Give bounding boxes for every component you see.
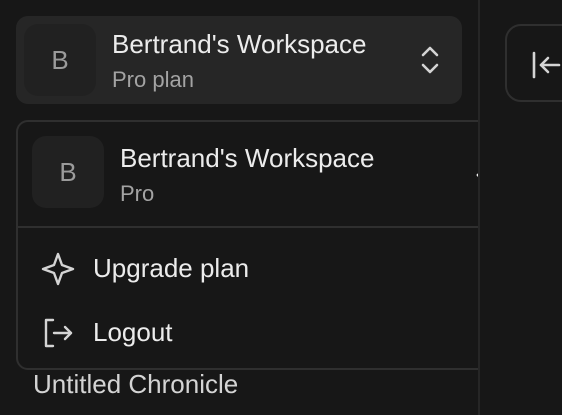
logout-icon bbox=[44, 318, 73, 348]
sidebar: B Bertrand's Workspace Pro plan B Bertra… bbox=[0, 0, 527, 415]
app-window: B Bertrand's Workspace Pro plan B Bertra… bbox=[0, 0, 562, 415]
workspace-avatar-initial: B bbox=[51, 44, 69, 75]
menu-workspace-avatar-initial: B bbox=[59, 156, 77, 187]
sidebar-item-untitled-chronicle[interactable]: Untitled Chronicle bbox=[33, 368, 238, 400]
workspace-plan: Pro plan bbox=[112, 67, 194, 92]
logout-label: Logout bbox=[93, 317, 173, 347]
logout-menu-item[interactable]: Logout bbox=[18, 302, 525, 362]
workspace-name: Bertrand's Workspace bbox=[112, 29, 367, 59]
collapse-sidebar-icon bbox=[532, 51, 561, 79]
workspace-switcher-button[interactable]: B Bertrand's Workspace Pro plan bbox=[16, 16, 462, 104]
menu-divider bbox=[18, 226, 525, 228]
workspace-dropdown-menu: B Bertrand's Workspace Pro Upgrade plan bbox=[16, 120, 527, 370]
menu-workspace-name: Bertrand's Workspace bbox=[120, 143, 375, 173]
menu-workspace-avatar: B bbox=[32, 136, 104, 208]
chevron-up-down-icon bbox=[421, 46, 439, 74]
menu-workspace-plan: Pro bbox=[120, 181, 155, 206]
workspace-avatar: B bbox=[24, 24, 96, 96]
sparkle-icon bbox=[41, 252, 75, 286]
upgrade-plan-label: Upgrade plan bbox=[93, 253, 250, 283]
collapse-sidebar-button[interactable] bbox=[505, 24, 562, 102]
menu-workspace-item[interactable]: B Bertrand's Workspace Pro bbox=[18, 122, 525, 226]
upgrade-plan-menu-item[interactable]: Upgrade plan bbox=[18, 238, 525, 298]
